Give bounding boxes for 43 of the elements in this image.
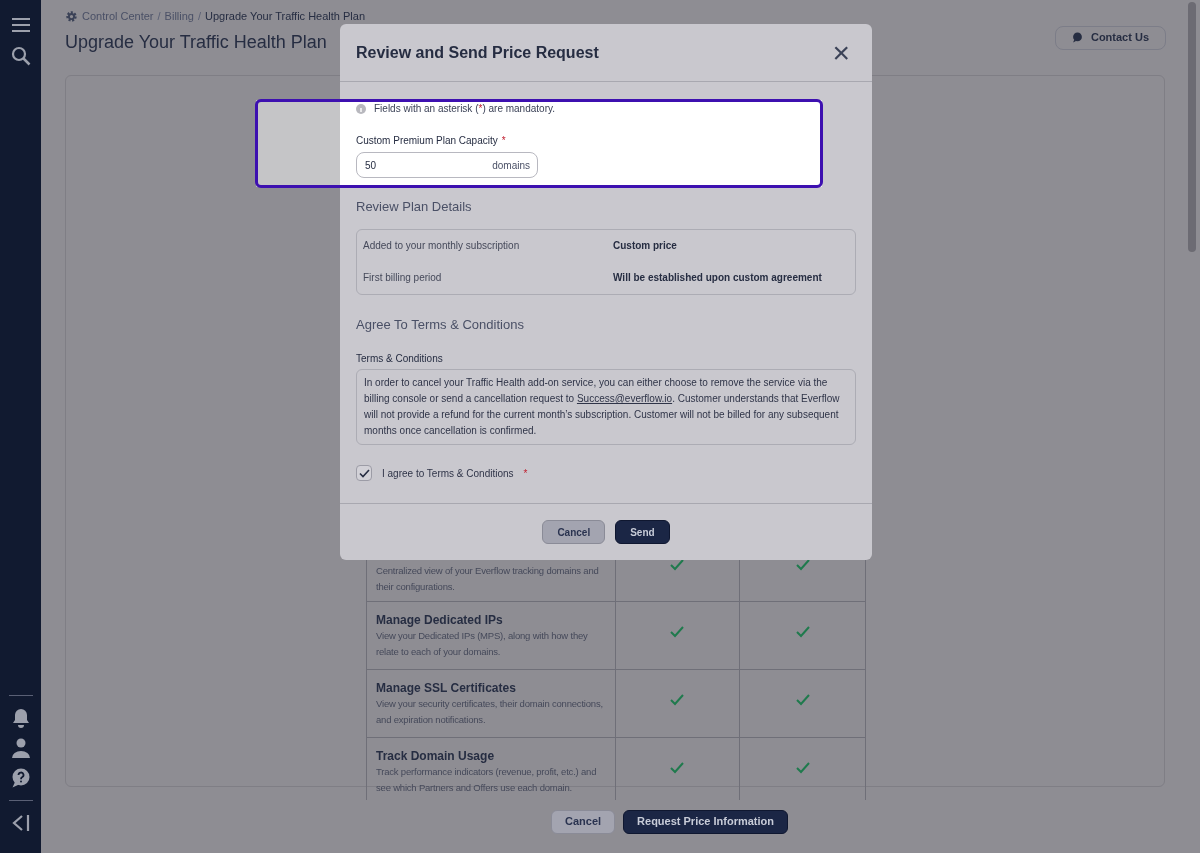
breadcrumb-separator: /: [157, 9, 161, 24]
detail-value: Will be established upon custom agreement: [613, 271, 822, 285]
field-label: Custom Premium Plan Capacity: [356, 134, 498, 148]
search-icon[interactable]: [10, 46, 31, 66]
breadcrumb-current: Upgrade Your Traffic Health Plan: [205, 9, 366, 24]
feature-title: Track Domain Usage: [376, 748, 496, 764]
close-button[interactable]: ×: [832, 37, 856, 68]
breadcrumb-separator: /: [197, 9, 202, 24]
required-asterisk: *: [523, 466, 528, 481]
mandatory-note: Fields with an asterisk (*) are mandatory.: [374, 102, 555, 116]
page-title: Upgrade Your Traffic Health Plan: [65, 30, 327, 54]
feature-description: View your security certificates, their domain connections, and expiration notifications.: [376, 697, 604, 727]
unit-label: domains: [492, 159, 530, 173]
section-heading: Agree To Terms & Conditions: [356, 315, 525, 334]
feature-description: Centralized view of your Everflow tracking domains and their configurations.: [376, 564, 600, 594]
request-button[interactable]: Request Price Information: [623, 809, 788, 834]
cancel-button[interactable]: Cancel: [551, 809, 616, 834]
help-icon[interactable]: [10, 768, 31, 788]
terms-text: In order to cancel your Traffic Health add-on service, you can either choose to remove the service via the billing console or send a cancellation request to Success@everflow.io. Customer understands that Everflow will not provide a refund for the current month’s subscription. Customer will not be billed for any subsequent months once cancellation is confirmed.: [356, 369, 856, 445]
agree-label: I agree to Terms & Conditions: [382, 466, 514, 481]
bell-icon[interactable]: [11, 708, 30, 728]
feature-title: Manage Dedicated IPs: [376, 612, 504, 628]
agree-checkbox[interactable]: [356, 465, 372, 481]
terms-label: Terms & Conditions: [356, 352, 444, 366]
menu-icon[interactable]: [10, 17, 31, 33]
feature-title: Manage SSL Certificates: [376, 680, 517, 696]
feature-description: View your Dedicated IPs (MPS), along with how they relate to each of your domains.: [376, 629, 589, 659]
send-button[interactable]: Send: [615, 520, 670, 544]
contact-button[interactable]: Contact Us: [1054, 25, 1166, 50]
collapse-icon[interactable]: [10, 813, 31, 833]
gear-icon: [65, 9, 78, 23]
chat-icon: [1071, 32, 1083, 43]
section-heading: Review Plan Details: [356, 198, 473, 216]
info-icon: [356, 103, 366, 114]
user-icon[interactable]: [11, 738, 30, 758]
modal-title: Review and Send Price Request: [356, 42, 599, 63]
required-asterisk: *: [501, 134, 506, 148]
detail-label: First billing period: [363, 271, 443, 285]
checkmark-icon: [358, 468, 370, 478]
detail-label: Added to your monthly subscription: [363, 239, 521, 253]
cancel-button[interactable]: Cancel: [542, 520, 606, 544]
detail-value: Custom price: [613, 239, 677, 253]
feature-description: Track performance indicators (revenue, profit, etc.) and see which Partners and Offers use each domain.: [376, 765, 598, 795]
